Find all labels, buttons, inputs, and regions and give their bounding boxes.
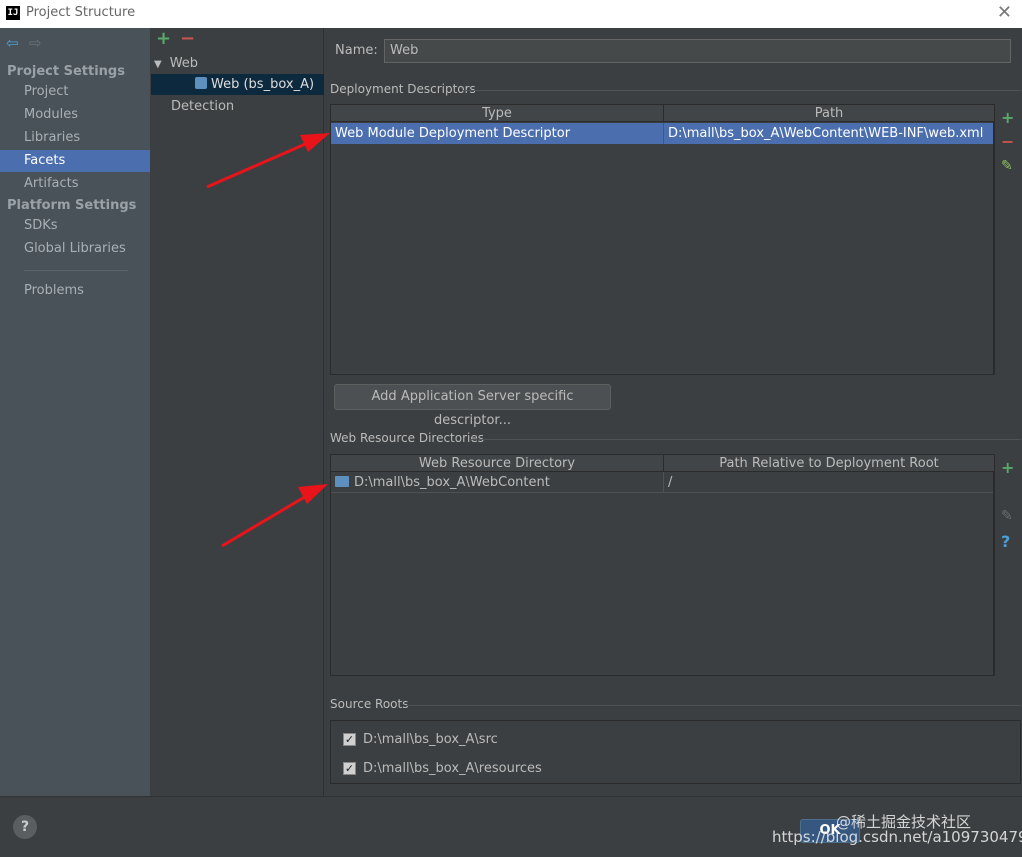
facet-tree-panel: + − ▼ Web Web (bs_box_A) Detection (151, 28, 324, 796)
tree-item-detection[interactable]: Detection (171, 99, 234, 114)
deployment-descriptors-label: Deployment Descriptors (330, 82, 476, 96)
folder-icon (335, 476, 349, 487)
help-button[interactable]: ? (13, 815, 37, 839)
tree-group-web[interactable]: ▼ Web (154, 56, 198, 71)
watermark-line2: https://blog.csdn.net/a1097304791 (772, 828, 1022, 846)
add-facet-icon[interactable]: + (156, 28, 171, 49)
descriptor-toolbar: + − ✎ (994, 104, 1021, 375)
deployment-descriptors-table: Type Path Web Module Deployment Descript… (330, 104, 994, 375)
table-row[interactable]: D:\mall\bs_box_A\WebContent / (331, 472, 993, 493)
web-resource-directories-label: Web Resource Directories (330, 431, 484, 445)
nav-item-libraries[interactable]: Libraries (0, 127, 150, 149)
name-field[interactable]: Web (384, 39, 1011, 63)
descriptor-path-cell: D:\mall\bs_box_A\WebContent\WEB-INF\web.… (663, 123, 993, 144)
tree-item-web-facet[interactable]: Web (bs_box_A) (151, 74, 324, 95)
nav-item-modules[interactable]: Modules (0, 104, 150, 126)
edit-descriptor-icon[interactable]: ✎ (1001, 158, 1013, 174)
back-arrow-icon[interactable]: ⇦ (6, 34, 19, 52)
source-root-path: D:\mall\bs_box_A\resources (363, 761, 542, 776)
forward-arrow-icon[interactable]: ⇨ (29, 34, 42, 52)
source-root-checkbox[interactable]: ✓ (343, 762, 356, 775)
help-icon[interactable]: ? (1001, 532, 1010, 551)
remove-descriptor-icon[interactable]: − (1001, 132, 1014, 151)
nav-divider (24, 270, 128, 271)
table-row[interactable]: Web Module Deployment Descriptor D:\mall… (331, 123, 993, 144)
close-icon[interactable]: ✕ (997, 2, 1012, 23)
source-root-path: D:\mall\bs_box_A\src (363, 732, 498, 747)
relative-path-cell: / (663, 472, 993, 493)
source-root-checkbox[interactable]: ✓ (343, 733, 356, 746)
nav-item-artifacts[interactable]: Artifacts (0, 173, 150, 195)
intellij-logo-icon: IJ (6, 6, 20, 20)
nav-item-global-libraries[interactable]: Global Libraries (0, 238, 150, 260)
web-resource-directories-table: Web Resource Directory Path Relative to … (330, 454, 994, 676)
resource-dir-toolbar: + ✎ ? (994, 454, 1021, 676)
add-descriptor-icon[interactable]: + (1001, 108, 1014, 127)
platform-settings-header: Platform Settings (7, 198, 137, 213)
remove-facet-icon[interactable]: − (180, 28, 195, 49)
column-header-relative-path[interactable]: Path Relative to Deployment Root (663, 455, 994, 472)
expand-arrow-icon[interactable]: ▼ (154, 59, 162, 70)
add-server-descriptor-button[interactable]: Add Application Server specific descript… (334, 384, 611, 428)
section-divider (470, 439, 1021, 440)
tree-group-label: Web (169, 56, 199, 71)
title-bar: IJ Project Structure ✕ (0, 0, 1022, 28)
nav-item-facets[interactable]: Facets (0, 150, 150, 172)
section-divider (406, 705, 1021, 706)
resource-dir-cell: D:\mall\bs_box_A\WebContent (331, 472, 663, 493)
left-nav: ⇦ ⇨ Project Settings Project Modules Lib… (0, 28, 150, 796)
window-title: Project Structure (26, 5, 136, 20)
resource-dir-text: D:\mall\bs_box_A\WebContent (354, 475, 550, 490)
nav-item-problems[interactable]: Problems (0, 280, 150, 302)
source-roots-label: Source Roots (330, 697, 409, 711)
section-divider (462, 90, 1021, 91)
add-resource-dir-icon[interactable]: + (1001, 458, 1014, 477)
column-header-path[interactable]: Path (663, 105, 994, 122)
web-facet-icon (195, 77, 207, 89)
edit-resource-dir-icon[interactable]: ✎ (1001, 508, 1013, 524)
name-label: Name: (335, 43, 378, 58)
column-header-type[interactable]: Type (331, 105, 663, 122)
nav-item-project[interactable]: Project (0, 81, 150, 103)
project-settings-header: Project Settings (7, 64, 125, 79)
column-header-web-resource-directory[interactable]: Web Resource Directory (331, 455, 663, 472)
dialog-footer: ? OK @稀土掘金技术社区 https://blog.csdn.net/a10… (0, 796, 1022, 857)
nav-item-sdks[interactable]: SDKs (0, 215, 150, 237)
source-roots-list: ✓ D:\mall\bs_box_A\src ✓ D:\mall\bs_box_… (330, 720, 1021, 784)
tree-item-label: Web (bs_box_A) (211, 77, 315, 92)
descriptor-type-cell: Web Module Deployment Descriptor (335, 126, 571, 141)
